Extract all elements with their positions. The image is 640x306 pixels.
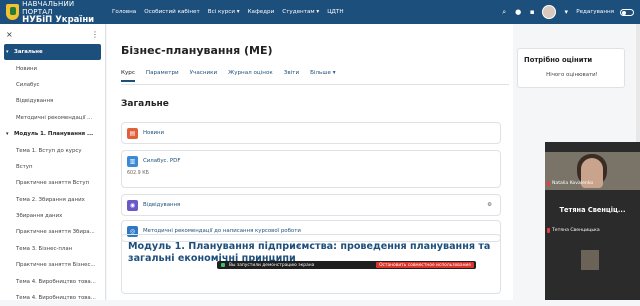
block-title: Потрібно оцінити bbox=[524, 56, 593, 64]
chevron-down-icon: ▾ bbox=[6, 131, 9, 138]
muted-mic-icon bbox=[547, 181, 550, 186]
section-title: Загальне bbox=[121, 99, 169, 109]
sidebar-item-news[interactable]: Новини bbox=[0, 60, 105, 76]
visibility-icon[interactable]: ⚙ bbox=[487, 202, 492, 208]
university-emblem-icon bbox=[6, 4, 20, 20]
nav-departments[interactable]: Кафедри bbox=[248, 9, 275, 15]
chevron-down-icon[interactable]: ▾ bbox=[562, 8, 570, 16]
course-content: Бізнес-планування (МЕ) Курс Параметри Уч… bbox=[107, 24, 513, 300]
activity-syllabus[interactable]: ▥ Силабус. PDF 602.9 КБ bbox=[121, 150, 501, 188]
sidebar-item-topic1[interactable]: Тема 1. Вступ до курсу bbox=[0, 142, 105, 158]
muted-mic-icon bbox=[547, 228, 550, 233]
forum-icon: ▤ bbox=[127, 127, 138, 139]
logo-line1: НАВЧАЛЬНИЙ ПОРТАЛ bbox=[22, 0, 75, 16]
top-navbar: НАВЧАЛЬНИЙ ПОРТАЛ НУБіП України Головна … bbox=[0, 0, 640, 24]
participant-name: Natalia Kovalenko bbox=[552, 181, 594, 186]
sidebar-item-topic3[interactable]: Тема 3. Бізнес-план bbox=[0, 241, 105, 257]
avatar[interactable] bbox=[542, 5, 557, 19]
video-call-panel: Natalia Kovalenko Тетяна Свенціц... Тетя… bbox=[545, 142, 640, 300]
edit-mode-toggle[interactable] bbox=[620, 8, 634, 16]
sidebar-item-topic4b[interactable]: Тема 4. Виробництво това... bbox=[0, 290, 105, 306]
nav-all-courses[interactable]: Всі курси ▾ bbox=[208, 9, 240, 15]
activity-label[interactable]: Силабус. PDF bbox=[143, 158, 180, 164]
chat-icon[interactable]: ▪ bbox=[528, 8, 536, 16]
tab-settings[interactable]: Параметри bbox=[146, 70, 179, 82]
file-size: 602.9 КБ bbox=[127, 171, 149, 176]
logo-line2: НУБіП України bbox=[22, 15, 95, 25]
edit-mode-label: Редагування bbox=[576, 9, 614, 15]
sidebar-item-data-collection[interactable]: Збирання даних bbox=[0, 208, 105, 224]
nav-home[interactable]: Головна bbox=[112, 9, 136, 15]
activity-label[interactable]: Новини bbox=[143, 130, 164, 136]
sidebar-item-general[interactable]: ▾ Загальне bbox=[4, 44, 101, 61]
chevron-down-icon: ▾ bbox=[6, 49, 9, 56]
sidebar-item-practice-intro[interactable]: Практичне заняття Вступ bbox=[0, 175, 105, 191]
activity-label[interactable]: Відвідування bbox=[143, 202, 180, 208]
speaker-full-name: Тетяна Свенцицька bbox=[552, 228, 600, 233]
attendance-icon: ◉ bbox=[127, 199, 138, 211]
share-status-text: Вы запустили демонстрацию экрана bbox=[229, 262, 315, 268]
tab-reports[interactable]: Звіти bbox=[284, 70, 299, 82]
pdf-file-icon: ▥ bbox=[127, 155, 138, 167]
grading-block: Потрібно оцінити Нічого оцінювати! bbox=[517, 48, 625, 88]
block-text: Нічого оцінювати! bbox=[546, 72, 598, 78]
tab-participants[interactable]: Учасники bbox=[190, 70, 218, 82]
sidebar-item-intro[interactable]: Вступ bbox=[0, 159, 105, 175]
stop-sharing-button[interactable]: Остановить совместное использование bbox=[376, 262, 474, 268]
share-indicator-icon bbox=[221, 263, 225, 267]
sidebar-item-module1[interactable]: ▾ Модуль 1. Планування ... bbox=[0, 126, 105, 142]
portal-logo[interactable]: НАВЧАЛЬНИЙ ПОРТАЛ НУБіП України bbox=[6, 0, 102, 25]
course-index-drawer: × ⋮ ▾ Загальне Новини Силабус Відвідуванн… bbox=[0, 24, 106, 301]
nav-students[interactable]: Студентам ▾ bbox=[282, 9, 319, 15]
sidebar-item-guidelines[interactable]: Методичні рекомендації ... bbox=[0, 110, 105, 126]
sidebar-item-topic2[interactable]: Тема 2. Збирання даних bbox=[0, 192, 105, 208]
more-options-icon[interactable]: ⋮ bbox=[91, 30, 99, 39]
activity-news[interactable]: ▤ Новини bbox=[121, 122, 501, 144]
tab-gradebook[interactable]: Журнал оцінок bbox=[228, 70, 273, 82]
participant-video: Natalia Kovalenko bbox=[545, 152, 640, 190]
sidebar-item-practice-data[interactable]: Практичне заняття Збира... bbox=[0, 224, 105, 240]
scrollbar[interactable] bbox=[636, 24, 640, 142]
self-view-thumbnail[interactable] bbox=[581, 250, 599, 270]
bell-icon[interactable]: ● bbox=[514, 8, 522, 16]
sidebar-item-topic4a[interactable]: Тема 4. Виробництво това... bbox=[0, 273, 105, 289]
course-tabs: Курс Параметри Учасники Журнал оцінок Зв… bbox=[121, 70, 336, 82]
page-title: Бізнес-планування (МЕ) bbox=[121, 44, 273, 57]
activity-attendance[interactable]: ◉ Відвідування ⚙ bbox=[121, 194, 501, 216]
speaker-name: Тетяна Свенціц... bbox=[559, 206, 626, 214]
search-icon[interactable]: ⌕ bbox=[500, 8, 508, 16]
tab-course[interactable]: Курс bbox=[121, 70, 135, 82]
tabs-divider bbox=[121, 84, 509, 85]
sidebar-item-syllabus[interactable]: Силабус bbox=[0, 77, 105, 93]
sidebar-item-practice-bp[interactable]: Практичне заняття Бізнес... bbox=[0, 257, 105, 273]
nav-dashboard[interactable]: Особистий кабінет bbox=[144, 9, 200, 15]
nav-cdtn[interactable]: ЦДТН bbox=[327, 9, 343, 15]
close-drawer-icon[interactable]: × bbox=[6, 30, 13, 39]
primary-nav: Головна Особистий кабінет Всі курси ▾ Ка… bbox=[112, 9, 344, 15]
sidebar-item-attendance[interactable]: Відвідування bbox=[0, 93, 105, 109]
tab-more[interactable]: Більше ▾ bbox=[310, 70, 335, 82]
screen-share-bar: Вы запустили демонстрацию экрана Останов… bbox=[217, 261, 476, 269]
